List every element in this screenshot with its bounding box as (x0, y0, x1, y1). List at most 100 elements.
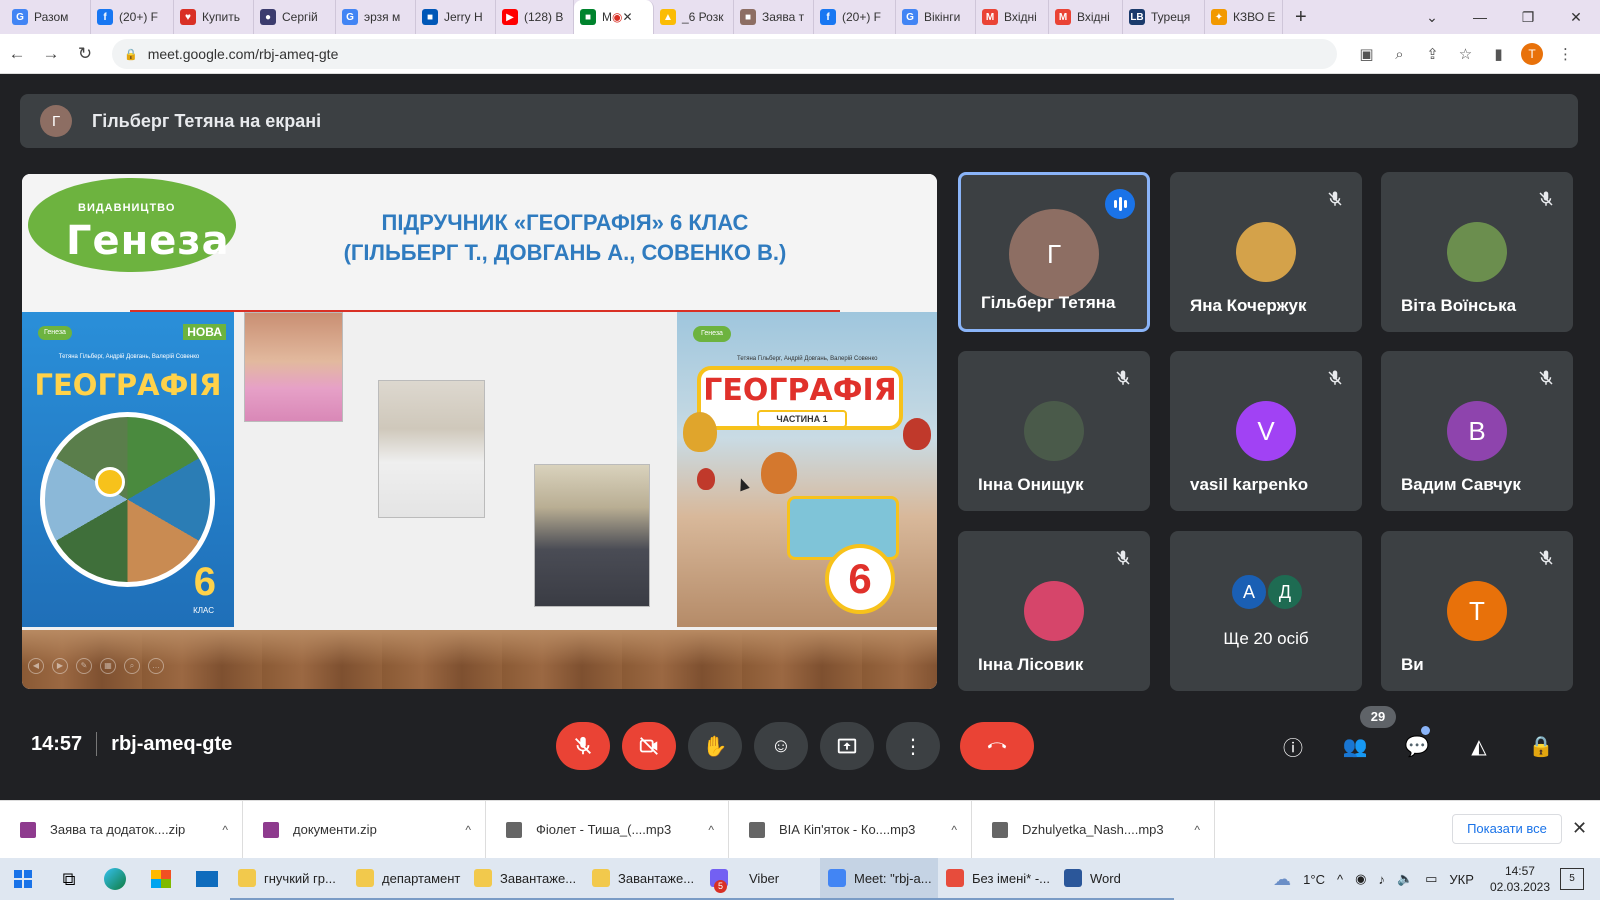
present-now-button[interactable] (820, 722, 874, 770)
mail-icon[interactable] (184, 858, 230, 900)
meeting-code[interactable]: rbj-ameq-gte (111, 733, 232, 756)
browser-tab[interactable]: M Вхідні (976, 0, 1049, 34)
network-icon[interactable]: ◉ (1355, 871, 1366, 887)
mic-tray-icon[interactable]: ♪ (1378, 872, 1385, 887)
download-menu-chevron-icon[interactable]: ^ (465, 823, 471, 837)
reload-button[interactable]: ↻ (68, 44, 102, 64)
browser-tab[interactable]: ▶ (128) B (496, 0, 574, 34)
browser-tab[interactable]: LB Туреця (1123, 0, 1205, 34)
participant-tile[interactable]: Яна Кочержук (1170, 172, 1362, 332)
edge-icon[interactable] (92, 858, 138, 900)
bookmark-star-icon[interactable]: ☆ (1449, 45, 1482, 63)
taskbar-app[interactable]: Meet: "rbj-a... (820, 858, 938, 900)
close-tab-icon[interactable]: ✕ (622, 10, 632, 24)
download-item[interactable]: Заява та додаток....zip ^ (0, 800, 243, 859)
start-button[interactable] (0, 858, 46, 900)
more-options-button[interactable]: ⋮ (886, 722, 940, 770)
hangup-icon (987, 742, 1007, 749)
prev-slide-icon[interactable]: ◀ (28, 658, 44, 674)
microphone-off-button[interactable] (556, 722, 610, 770)
people-button[interactable]: 👥 (1332, 722, 1378, 770)
slides-grid-icon[interactable]: ▦ (100, 658, 116, 674)
activities-button[interactable]: ◭ (1456, 722, 1502, 770)
taskbar-app[interactable]: Без імені* -... (938, 858, 1056, 900)
camera-off-button[interactable] (622, 722, 676, 770)
taskbar-app[interactable]: Word (1056, 858, 1174, 900)
participant-name: Ви (1401, 655, 1424, 674)
profile-avatar[interactable]: T (1521, 43, 1543, 65)
share-icon[interactable]: ⇪ (1416, 45, 1449, 63)
browser-tab[interactable]: ✦ КЗВО Е (1205, 0, 1283, 34)
task-view-icon[interactable]: ⧉ (46, 858, 92, 900)
participant-tile[interactable]: В Вадим Савчук (1381, 351, 1573, 511)
browser-tab[interactable]: ● Сергій (254, 0, 336, 34)
volume-icon[interactable]: 🔈 (1397, 871, 1413, 887)
browser-tab[interactable]: f (20+) F (814, 0, 896, 34)
back-button[interactable]: ← (0, 44, 34, 64)
taskbar-app[interactable]: гнучкий гр... (230, 858, 348, 900)
zoom-slide-icon[interactable]: ⌕ (124, 658, 140, 674)
browser-tab[interactable]: M Вхідні (1049, 0, 1123, 34)
host-controls-button[interactable]: 🔒 (1518, 722, 1564, 770)
download-item[interactable]: ВІА Кіп'яток - Ко....mp3 ^ (729, 800, 972, 859)
taskbar-app[interactable]: департамент (348, 858, 466, 900)
weather-temp[interactable]: 1°C (1303, 872, 1325, 887)
browser-tab[interactable]: G Разом (6, 0, 91, 34)
browser-tab[interactable]: f (20+) F (91, 0, 174, 34)
participant-tile[interactable]: Віта Воїнська (1381, 172, 1573, 332)
taskbar-clock[interactable]: 14:57 02.03.2023 (1490, 863, 1550, 895)
browser-tab[interactable]: ■ Заява т (734, 0, 814, 34)
maximize-button[interactable]: ❐ (1504, 9, 1552, 26)
side-panel-icon[interactable]: ▮ (1482, 45, 1515, 63)
camera-icon[interactable]: ▣ (1350, 45, 1383, 63)
zoom-icon[interactable]: ⌕ (1383, 46, 1416, 63)
close-window-button[interactable]: ✕ (1552, 9, 1600, 26)
display-icon[interactable]: ▭ (1425, 871, 1437, 887)
download-menu-chevron-icon[interactable]: ^ (1194, 823, 1200, 837)
minimize-button[interactable]: — (1456, 9, 1504, 25)
participant-tile[interactable]: T Ви (1381, 531, 1573, 691)
participant-name: Гільберг Тетяна (981, 293, 1116, 312)
participant-tile[interactable]: Г Гільберг Тетяна (958, 172, 1150, 332)
book-grade-label: КЛАС (193, 606, 214, 615)
more-slide-icon[interactable]: … (148, 658, 164, 674)
show-all-downloads-button[interactable]: Показати все (1452, 814, 1562, 844)
new-tab-button[interactable]: + (1295, 6, 1307, 29)
download-menu-chevron-icon[interactable]: ^ (708, 823, 714, 837)
taskbar-app[interactable]: Завантаже... (466, 858, 584, 900)
more-participants-tile[interactable]: А Д Ще 20 осіб (1170, 531, 1362, 691)
meeting-details-button[interactable]: ⓘ (1270, 722, 1316, 770)
tray-chevron-icon[interactable]: ^ (1337, 872, 1343, 887)
url-field[interactable]: 🔒 meet.google.com/rbj-ameq-gte (112, 39, 1337, 69)
download-item[interactable]: Dzhulyetka_Nash....mp3 ^ (972, 800, 1215, 859)
chat-button[interactable]: 💬 (1394, 722, 1440, 770)
browser-tab[interactable]: ▲ _6 Розк (654, 0, 734, 34)
browser-tab[interactable]: Gэрзя м (336, 0, 416, 34)
pen-icon[interactable]: ✎ (76, 658, 92, 674)
download-item[interactable]: документи.zip ^ (243, 800, 486, 859)
participant-tile[interactable]: Інна Лісовик (958, 531, 1150, 691)
browser-tab[interactable]: ■ Jerry H (416, 0, 496, 34)
browser-tab[interactable]: G Вікінги (896, 0, 976, 34)
store-icon[interactable] (138, 858, 184, 900)
participant-tile[interactable]: Vvasil karpenko (1170, 351, 1362, 511)
download-menu-chevron-icon[interactable]: ^ (222, 823, 228, 837)
download-menu-chevron-icon[interactable]: ^ (951, 823, 957, 837)
leave-call-button[interactable] (960, 722, 1034, 770)
cloud-weather-icon[interactable]: ☁ (1273, 869, 1291, 890)
taskbar-app[interactable]: 5 Viber (702, 858, 820, 900)
reactions-button[interactable]: ☺ (754, 722, 808, 770)
participant-tile[interactable]: Інна Онищук (958, 351, 1150, 511)
browser-tab[interactable]: ♥ Купить (174, 0, 254, 34)
browser-menu-icon[interactable]: ⋮ (1549, 45, 1582, 63)
next-slide-icon[interactable]: ▶ (52, 658, 68, 674)
close-downloads-icon[interactable]: ✕ (1572, 818, 1587, 839)
browser-tab[interactable]: ■ M ◉ ✕ (574, 0, 654, 34)
forward-button[interactable]: → (34, 44, 68, 64)
raise-hand-button[interactable]: ✋ (688, 722, 742, 770)
tab-search-icon[interactable]: ⌄ (1408, 9, 1456, 26)
notifications-icon[interactable]: 5 (1560, 868, 1584, 890)
taskbar-app[interactable]: Завантаже... (584, 858, 702, 900)
language-indicator[interactable]: УКР (1449, 872, 1474, 887)
download-item[interactable]: Фіолет - Тиша_(....mp3 ^ (486, 800, 729, 859)
